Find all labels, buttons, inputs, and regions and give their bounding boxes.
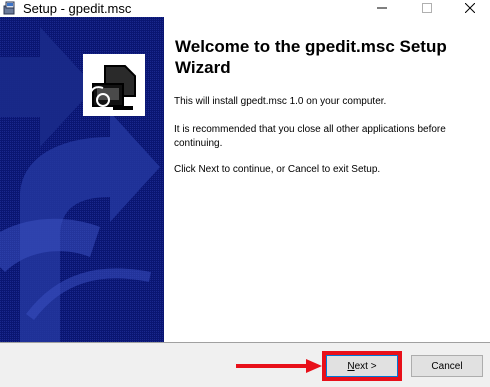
title-bar: Setup - gpedit.msc <box>0 0 490 17</box>
window-title: Setup - gpedit.msc <box>23 1 132 16</box>
next-instructions-text: Click Next to continue, or Cancel to exi… <box>174 164 381 175</box>
button-bar: Next > Cancel <box>0 342 490 387</box>
cancel-button-label: Cancel <box>431 360 463 372</box>
red-arrow-annotation <box>236 359 322 373</box>
welcome-heading: Welcome to the gpedit.msc Setup Wizard <box>175 37 447 77</box>
setup-window: Setup - gpedit.msc Welcome to the gpedit… <box>0 0 490 387</box>
close-icon <box>465 3 475 13</box>
maximize-button[interactable] <box>407 0 447 16</box>
setup-app-icon <box>3 1 17 15</box>
close-button[interactable] <box>450 0 490 16</box>
minimize-icon <box>377 7 387 9</box>
cancel-button[interactable]: Cancel <box>411 355 483 377</box>
wizard-banner <box>0 17 164 342</box>
next-button-label: Next > <box>347 361 376 372</box>
next-mnemonic: N <box>347 360 355 372</box>
recommend-text: It is recommended that you close all oth… <box>174 124 446 149</box>
wizard-content: Welcome to the gpedit.msc Setup Wizard T… <box>164 17 490 342</box>
next-label-rest: ext > <box>354 360 377 372</box>
minimize-button[interactable] <box>362 0 402 16</box>
install-text: This will install gpedt.msc 1.0 on your … <box>174 96 387 107</box>
maximize-icon <box>422 3 432 13</box>
next-button[interactable]: Next > <box>326 355 398 377</box>
setup-computer-icon <box>83 54 145 116</box>
